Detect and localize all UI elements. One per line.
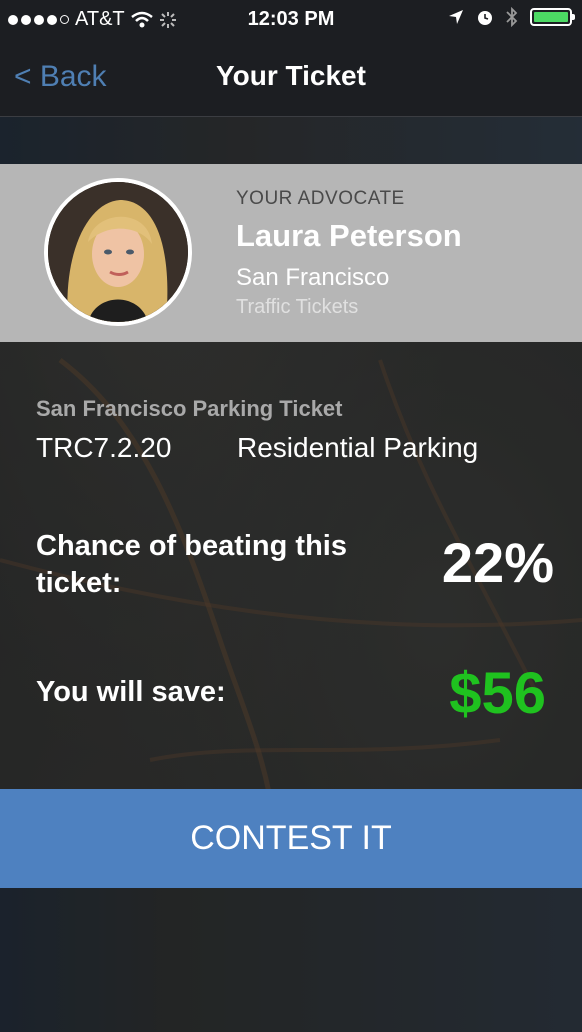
contest-button[interactable]: CONTEST IT [0, 789, 582, 888]
chance-value: 22% [441, 531, 554, 594]
location-arrow-icon [449, 10, 463, 24]
chance-label: Chance of beating this ticket: [36, 530, 347, 599]
status-bar: AT&T 12:03 PM [0, 0, 582, 38]
advocate-name: Laura Peterson [236, 218, 462, 253]
alarm-icon [478, 11, 492, 25]
battery-charging-icon [530, 8, 575, 26]
navigation-bar: < Back Your Ticket [0, 38, 582, 117]
savings-value: $56 [449, 661, 546, 726]
savings-label: You will save: [36, 676, 226, 708]
advocate-city: San Francisco [236, 264, 390, 291]
advocate-photo [48, 182, 188, 322]
advocate-specialty: Traffic Tickets [236, 296, 359, 318]
ticket-type: San Francisco Parking Ticket [36, 396, 343, 421]
page-title: Your Ticket [216, 60, 366, 91]
bluetooth-icon [506, 7, 518, 27]
advocate-avatar [44, 178, 192, 326]
advocate-card[interactable]: YOUR ADVOCATE Laura Peterson San Francis… [0, 164, 582, 342]
ticket-description: Residential Parking [237, 432, 479, 463]
ticket-code: TRC7.2.20 [36, 432, 172, 463]
advocate-label: YOUR ADVOCATE [236, 188, 405, 209]
